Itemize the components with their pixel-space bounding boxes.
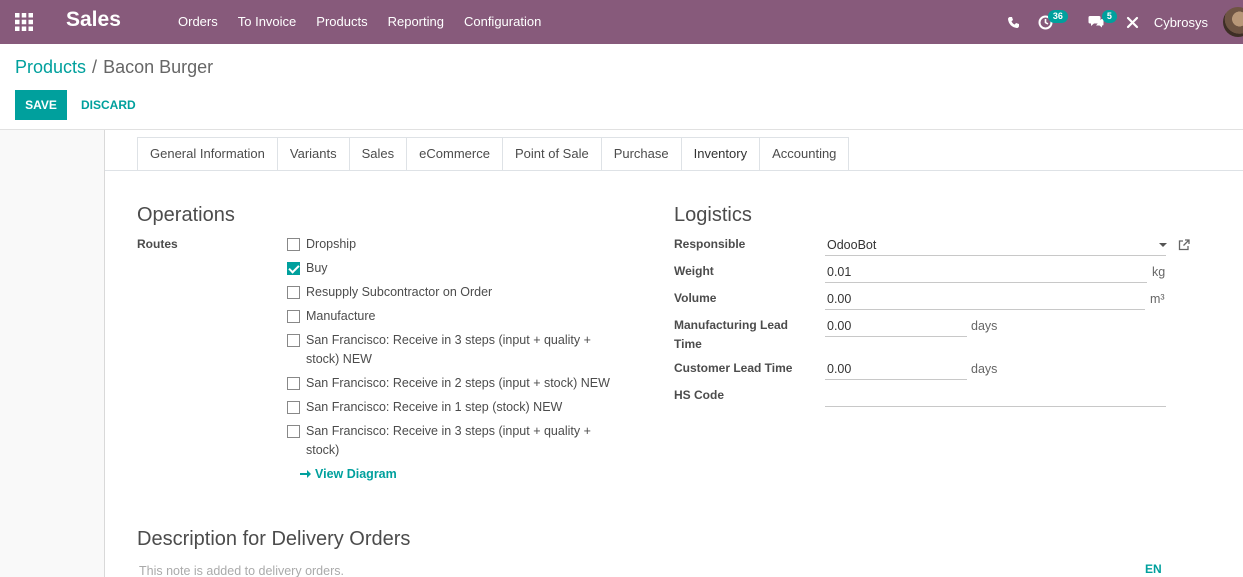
phone-icon[interactable] (996, 0, 1032, 44)
volume-unit: m³ (1150, 292, 1165, 306)
route-manufacture-checkbox[interactable] (287, 310, 300, 323)
routes-label: Routes (137, 237, 178, 251)
hs-code-field[interactable] (825, 386, 1166, 407)
route-sf-3-steps-new: San Francisco: Receive in 3 steps (input… (287, 331, 624, 369)
logistics-title: Logistics (674, 204, 752, 226)
route-label: San Francisco: Receive in 2 steps (input… (306, 376, 610, 390)
route-label: San Francisco: Receive in 3 steps (input… (306, 333, 591, 366)
user-name: Cybrosys (1153, 14, 1208, 30)
weight-label: Weight (674, 264, 714, 278)
route-sf-2-steps-new-checkbox[interactable] (287, 377, 300, 390)
tab-inventory[interactable]: Inventory (681, 137, 761, 171)
customer-lead-time-unit: days (971, 362, 998, 376)
route-sf-2-steps-new: San Francisco: Receive in 2 steps (input… (287, 374, 624, 393)
tab-accounting[interactable]: Accounting (760, 137, 850, 171)
save-button[interactable]: SAVE (15, 90, 67, 120)
tab-purchase[interactable]: Purchase (601, 137, 682, 171)
form-sheet: General Information Variants Sales eComm… (104, 130, 1243, 577)
tab-variants[interactable]: Variants (277, 137, 350, 171)
chevron-down-icon[interactable] (1159, 243, 1167, 247)
volume-label: Volume (674, 291, 717, 305)
operations-title: Operations (137, 204, 235, 226)
manufacturing-lead-time-unit: days (971, 319, 998, 333)
tab-point-of-sale[interactable]: Point of Sale (502, 137, 602, 171)
breadcrumb: Products / Bacon Burger (15, 57, 213, 78)
weight-unit: kg (1152, 265, 1166, 279)
route-label: Buy (306, 261, 328, 275)
top-navbar: Sales Orders To Invoice Products Reporti… (0, 0, 1243, 44)
delivery-description-field[interactable]: This note is added to delivery orders. (139, 564, 344, 577)
avatar[interactable] (1223, 7, 1243, 37)
breadcrumb-current: Bacon Burger (103, 57, 214, 77)
language-button[interactable]: EN (1145, 562, 1162, 576)
route-dropship-checkbox[interactable] (287, 238, 300, 251)
route-label: San Francisco: Receive in 1 step (stock)… (306, 400, 563, 414)
menu-products[interactable]: Products (306, 0, 377, 44)
manufacturing-lead-time-label: Manufacturing Lead Time (674, 318, 789, 351)
tab-divider (105, 170, 1243, 171)
tab-ecommerce[interactable]: eCommerce (407, 137, 503, 171)
volume-field[interactable]: 0.00 (825, 289, 1145, 310)
manufacturing-lead-time-field[interactable]: 0.00 (825, 316, 967, 337)
route-label: Manufacture (306, 309, 376, 323)
route-resupply-checkbox[interactable] (287, 286, 300, 299)
route-sf-1-step-new-checkbox[interactable] (287, 401, 300, 414)
view-diagram-label: View Diagram (315, 467, 397, 481)
route-sf-3-steps-checkbox[interactable] (287, 425, 300, 438)
tab-general-information[interactable]: General Information (137, 137, 278, 171)
route-manufacture: Manufacture (287, 307, 624, 326)
menu-configuration[interactable]: Configuration (454, 0, 551, 44)
activity-count-badge: 36 (1047, 10, 1068, 23)
route-label: Dropship (306, 237, 357, 251)
discard-button[interactable]: DISCARD (73, 90, 144, 120)
view-diagram-link[interactable]: View Diagram (300, 467, 397, 481)
route-sf-3-steps-new-checkbox[interactable] (287, 334, 300, 347)
breadcrumb-products-link[interactable]: Products (15, 57, 86, 77)
user-menu[interactable]: Cybrosys (1146, 0, 1243, 44)
main-menu: Orders To Invoice Products Reporting Con… (168, 0, 551, 44)
route-label: San Francisco: Receive in 3 steps (input… (306, 424, 591, 457)
delivery-description-title: Description for Delivery Orders (137, 528, 411, 550)
hs-code-label: HS Code (674, 388, 725, 402)
route-sf-1-step-new: San Francisco: Receive in 1 step (stock)… (287, 398, 624, 417)
menu-reporting[interactable]: Reporting (378, 0, 454, 44)
customer-lead-time-label: Customer Lead Time (674, 361, 793, 375)
activity-icon[interactable]: 36 (1032, 0, 1080, 44)
systray: 36 5 Cybrosys (996, 0, 1243, 44)
route-resupply-subcontractor: Resupply Subcontractor on Order (287, 283, 624, 302)
responsible-label: Responsible (674, 237, 746, 251)
apps-menu-icon[interactable] (15, 13, 33, 31)
arrow-right-icon (300, 470, 311, 478)
control-panel: Products / Bacon Burger SAVE DISCARD (0, 44, 1243, 130)
notebook-tabs: General Information Variants Sales eComm… (137, 137, 850, 171)
breadcrumb-separator: / (92, 57, 98, 77)
messages-icon[interactable]: 5 (1080, 0, 1120, 44)
route-dropship: Dropship (287, 235, 624, 254)
customer-lead-time-field[interactable]: 0.00 (825, 359, 967, 380)
debug-tools-icon[interactable] (1120, 0, 1146, 44)
message-count-badge: 5 (1101, 10, 1117, 23)
route-sf-3-steps: San Francisco: Receive in 3 steps (input… (287, 422, 624, 460)
external-link-icon[interactable] (1178, 239, 1190, 251)
menu-to-invoice[interactable]: To Invoice (228, 0, 307, 44)
route-buy-checkbox[interactable] (287, 262, 300, 275)
menu-orders[interactable]: Orders (168, 0, 228, 44)
app-title[interactable]: Sales (66, 8, 121, 32)
responsible-field[interactable]: OdooBot (825, 235, 1166, 256)
tab-sales[interactable]: Sales (349, 137, 408, 171)
weight-field[interactable]: 0.01 (825, 262, 1147, 283)
route-buy: Buy (287, 259, 624, 278)
route-label: Resupply Subcontractor on Order (306, 285, 493, 299)
